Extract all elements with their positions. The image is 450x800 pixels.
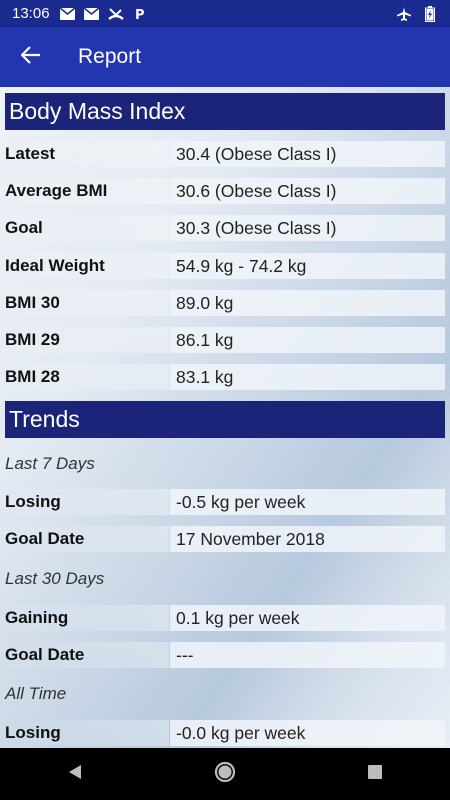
period-heading: Last 7 Days bbox=[5, 454, 95, 473]
table-row: Latest 30.4 (Obese Class I) bbox=[5, 141, 445, 167]
home-nav-icon bbox=[214, 761, 236, 788]
table-row: BMI 28 83.1 kg bbox=[5, 364, 445, 390]
row-label: BMI 29 bbox=[5, 327, 169, 353]
section-header-bmi: Body Mass Index bbox=[5, 93, 445, 130]
nav-recents-button[interactable] bbox=[355, 754, 395, 794]
table-row: Average BMI 30.6 (Obese Class I) bbox=[5, 178, 445, 204]
period-heading: Last 30 Days bbox=[5, 569, 105, 588]
back-button[interactable] bbox=[0, 27, 62, 87]
row-label: Goal bbox=[5, 215, 169, 241]
table-row: Losing -0.5 kg per week bbox=[5, 489, 445, 515]
row-value: -0.5 kg per week bbox=[170, 489, 445, 515]
row-value: 17 November 2018 bbox=[170, 526, 445, 552]
table-row: BMI 29 86.1 kg bbox=[5, 327, 445, 353]
report-content[interactable]: Body Mass Index Latest 30.4 (Obese Class… bbox=[0, 87, 450, 748]
row-label: BMI 30 bbox=[5, 290, 169, 316]
table-row: Goal Date --- bbox=[5, 642, 445, 668]
table-row: Losing -0.0 kg per week bbox=[5, 720, 445, 746]
battery-charging-icon bbox=[422, 5, 438, 22]
page-title: Report bbox=[78, 45, 142, 68]
table-row: Gaining 0.1 kg per week bbox=[5, 605, 445, 631]
row-label: BMI 28 bbox=[5, 364, 169, 390]
row-value: 30.3 (Obese Class I) bbox=[170, 215, 445, 241]
row-label: Losing bbox=[5, 720, 169, 746]
row-label: Gaining bbox=[5, 605, 169, 631]
svg-text:P: P bbox=[135, 8, 145, 21]
recents-nav-icon bbox=[366, 763, 384, 786]
row-value: --- bbox=[170, 642, 445, 668]
row-value: 54.9 kg - 74.2 kg bbox=[170, 253, 445, 279]
status-time: 13:06 bbox=[12, 5, 50, 22]
row-label: Goal Date bbox=[5, 642, 169, 668]
system-nav-bar bbox=[0, 748, 450, 800]
row-value: 30.6 (Obese Class I) bbox=[170, 178, 445, 204]
row-value: 83.1 kg bbox=[170, 364, 445, 390]
row-value: -0.0 kg per week bbox=[170, 720, 445, 746]
row-value: 89.0 kg bbox=[170, 290, 445, 316]
nav-back-button[interactable] bbox=[55, 754, 95, 794]
row-label: Average BMI bbox=[5, 178, 169, 204]
mail-icon bbox=[84, 7, 100, 21]
row-value: 86.1 kg bbox=[170, 327, 445, 353]
status-bar: 13:06 P bbox=[0, 0, 450, 27]
arrow-back-icon bbox=[20, 45, 41, 69]
airplane-icon bbox=[396, 6, 412, 21]
app-bar: Report bbox=[0, 27, 450, 87]
back-nav-icon bbox=[66, 763, 84, 786]
row-label: Losing bbox=[5, 489, 169, 515]
row-label: Goal Date bbox=[5, 526, 169, 552]
period-heading: All Time bbox=[5, 684, 67, 703]
mail-icon bbox=[60, 7, 76, 21]
row-label: Ideal Weight bbox=[5, 253, 169, 279]
nav-home-button[interactable] bbox=[205, 754, 245, 794]
row-label: Latest bbox=[5, 141, 169, 167]
row-value: 30.4 (Obese Class I) bbox=[170, 141, 445, 167]
table-row: BMI 30 89.0 kg bbox=[5, 290, 445, 316]
row-value: 0.1 kg per week bbox=[170, 605, 445, 631]
table-row: Goal 30.3 (Obese Class I) bbox=[5, 215, 445, 241]
parking-icon: P bbox=[132, 7, 148, 21]
missed-call-icon bbox=[107, 7, 124, 21]
section-header-trends: Trends bbox=[5, 401, 445, 438]
table-row: Goal Date 17 November 2018 bbox=[5, 526, 445, 552]
table-row: Ideal Weight 54.9 kg - 74.2 kg bbox=[5, 253, 445, 279]
